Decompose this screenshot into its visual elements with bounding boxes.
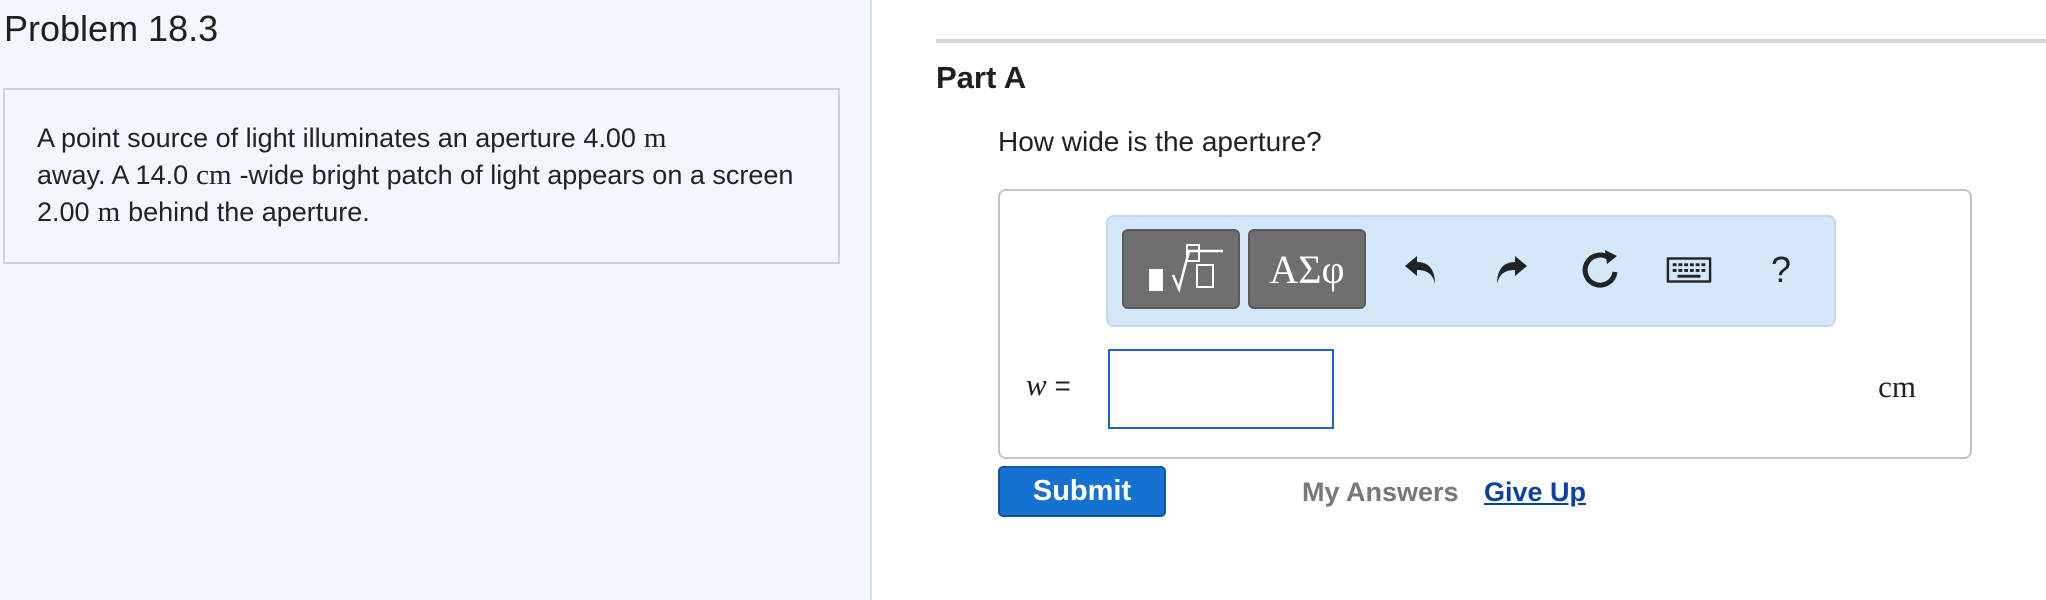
problem-statement: A point source of light illuminates an a… [37,120,827,231]
problem-text-2: away. A 14.0 [37,160,189,190]
math-toolbar: ΑΣφ ? [1106,215,1836,327]
unit-label: cm [1878,369,1916,404]
problem-statement-box: A point source of light illuminates an a… [3,88,840,264]
help-button[interactable]: ? [1758,247,1804,293]
greek-symbols-button[interactable]: ΑΣφ [1248,229,1366,309]
redo-icon[interactable] [1488,247,1534,293]
my-answers-button[interactable]: My Answers [1302,477,1459,508]
problem-pane: Problem 18.3 A point source of light ill… [0,0,872,600]
problem-text-4: behind the aperture. [128,197,370,227]
part-title: Part A [936,60,1027,95]
answer-panel: ΑΣφ ? w = cm [998,189,1972,459]
unit-m-1: m [643,122,667,154]
variable-label: w = [1026,367,1071,403]
answer-input[interactable] [1108,349,1334,429]
give-up-link[interactable]: Give Up [1484,477,1586,508]
problem-title: Problem 18.3 [4,8,219,49]
part-divider [936,39,2046,43]
templates-sqrt-icon [1149,244,1223,293]
variable-symbol: w [1026,367,1047,402]
unit-cm: cm [196,159,232,191]
keyboard-icon[interactable] [1666,247,1712,293]
undo-icon[interactable] [1398,247,1444,293]
templates-button[interactable] [1122,229,1240,309]
reset-icon[interactable] [1578,247,1624,293]
unit-m-2: m [97,196,121,228]
problem-text-1: A point source of light illuminates an a… [37,123,636,153]
equals-sign: = [1054,370,1071,401]
submit-button[interactable]: Submit [998,466,1166,517]
question-text: How wide is the aperture? [998,126,1322,157]
